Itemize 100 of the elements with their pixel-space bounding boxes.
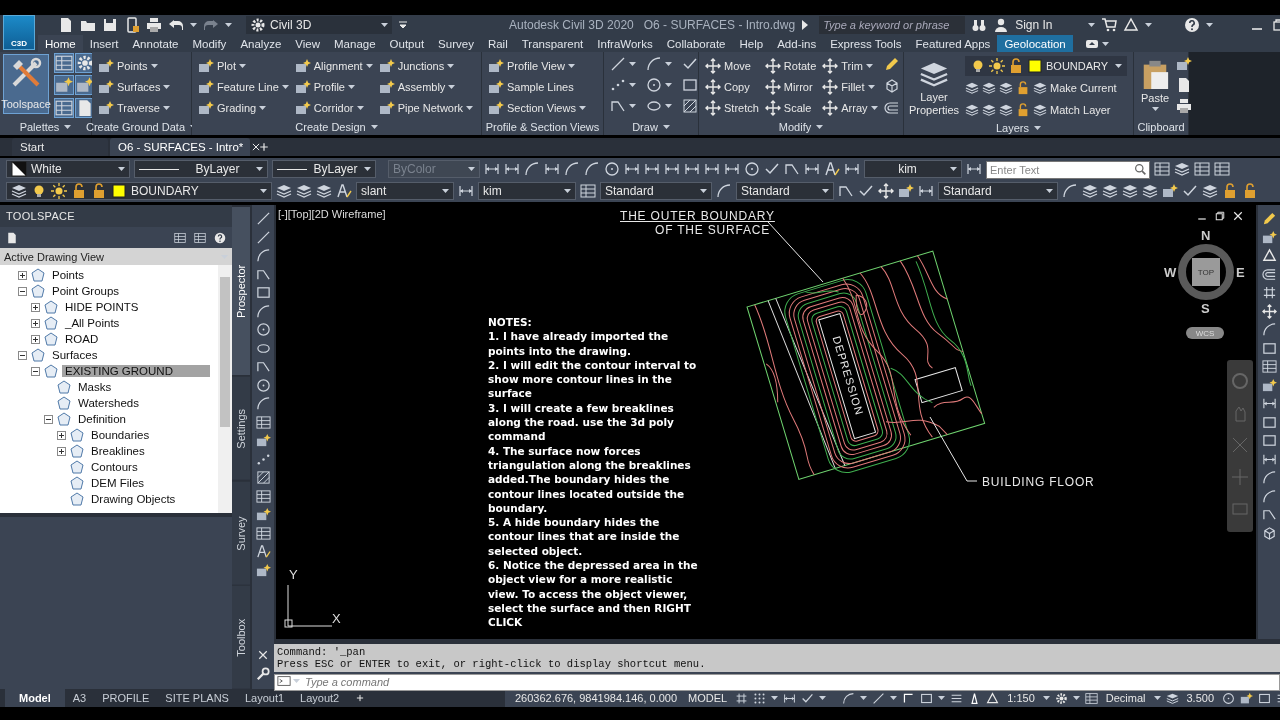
padlock-icon[interactable] bbox=[1242, 183, 1258, 199]
tree-item[interactable]: DEM Files bbox=[88, 477, 148, 489]
table-icon[interactable] bbox=[255, 414, 271, 430]
wrench-icon[interactable] bbox=[256, 667, 270, 681]
layer-stack-icon[interactable] bbox=[999, 103, 1013, 117]
rectangle-icon[interactable] bbox=[920, 691, 934, 705]
expand-toggle[interactable] bbox=[57, 430, 66, 440]
workspace-dropdown[interactable]: Civil 3D bbox=[246, 16, 392, 34]
tool-icon[interactable] bbox=[255, 507, 271, 522]
dimension-style-dropdown[interactable]: kim bbox=[478, 182, 576, 200]
gear-icon[interactable] bbox=[1054, 691, 1068, 705]
layer-stack-icon[interactable] bbox=[965, 81, 979, 95]
arc-icon[interactable] bbox=[1261, 322, 1277, 337]
ribbon-button[interactable]: Rotate bbox=[764, 56, 817, 75]
layer-action-button[interactable]: Match Layer bbox=[1033, 103, 1111, 117]
linetype-dropdown[interactable]: ByLayer bbox=[134, 160, 268, 178]
ribbon-tab[interactable]: Output bbox=[382, 35, 432, 52]
arc-icon[interactable] bbox=[842, 691, 856, 705]
tree-item[interactable]: Point Groups bbox=[49, 285, 123, 297]
ribbon-button[interactable]: Surfaces bbox=[98, 77, 171, 96]
arc-icon[interactable] bbox=[564, 161, 580, 177]
circle-icon[interactable] bbox=[604, 161, 620, 177]
panel-title[interactable]: Draw bbox=[632, 120, 658, 133]
circle-icon[interactable] bbox=[744, 161, 760, 177]
undo-icon[interactable] bbox=[168, 17, 184, 33]
move-arrows-icon[interactable] bbox=[878, 183, 894, 199]
layer-stack-icon[interactable] bbox=[1102, 183, 1118, 199]
redo-icon[interactable] bbox=[203, 17, 219, 33]
polyline-icon[interactable] bbox=[784, 161, 800, 177]
ribbon-tab[interactable]: Survey bbox=[431, 35, 481, 52]
tool-icon[interactable] bbox=[1240, 691, 1254, 705]
coordinates-readout[interactable]: 260362.676, 9841984.146, 0.000 bbox=[512, 692, 681, 704]
circle-icon[interactable] bbox=[646, 77, 662, 93]
ribbon-tab[interactable]: Rail bbox=[480, 35, 515, 52]
dimension-icon[interactable] bbox=[844, 161, 860, 177]
ribbon-tab[interactable]: Featured Apps bbox=[908, 35, 998, 52]
circle-icon[interactable] bbox=[1222, 691, 1236, 705]
rectangle-icon[interactable] bbox=[1261, 433, 1277, 448]
close-icon[interactable] bbox=[257, 649, 269, 661]
layer-stack-icon[interactable] bbox=[316, 183, 332, 199]
layout-tab[interactable]: A3 bbox=[64, 689, 95, 707]
ribbon-button[interactable]: Profile View bbox=[488, 56, 586, 75]
grid-icon[interactable] bbox=[735, 691, 749, 705]
circle-icon[interactable] bbox=[255, 322, 271, 337]
layer-stack-icon[interactable] bbox=[1122, 183, 1138, 199]
rectangle-icon[interactable] bbox=[682, 77, 698, 93]
multileader-style-dropdown[interactable]: Standard bbox=[736, 182, 834, 200]
dimension-icon[interactable] bbox=[704, 161, 720, 177]
palette-tab[interactable]: Survey bbox=[232, 481, 250, 585]
layer-stack-icon[interactable] bbox=[1082, 183, 1098, 199]
expand-toggle[interactable] bbox=[18, 270, 27, 280]
dimension-icon[interactable] bbox=[684, 161, 700, 177]
expand-toggle[interactable] bbox=[31, 318, 40, 328]
move-arrows-icon[interactable] bbox=[1261, 303, 1277, 319]
restore-icon[interactable] bbox=[1214, 210, 1226, 222]
layout-tab[interactable]: Layout1 bbox=[236, 689, 293, 707]
text-style-dropdown[interactable]: slant bbox=[356, 182, 454, 200]
polyline-icon[interactable] bbox=[838, 183, 854, 199]
line-icon[interactable] bbox=[255, 229, 271, 245]
line-icon[interactable] bbox=[610, 56, 626, 72]
find-text-field[interactable]: Enter Text bbox=[986, 161, 1150, 179]
panel-title[interactable]: Modify bbox=[778, 120, 812, 133]
layer-action-button[interactable]: Make Current bbox=[1033, 81, 1117, 95]
padlock-icon[interactable] bbox=[1222, 183, 1238, 199]
tree-item[interactable]: _All Points bbox=[62, 317, 123, 329]
ribbon-tab[interactable]: Transparent bbox=[514, 35, 591, 52]
rectangle-icon[interactable] bbox=[1261, 340, 1277, 356]
expand-toggle[interactable] bbox=[18, 350, 27, 360]
ribbon-button[interactable]: Array bbox=[822, 98, 878, 117]
layout-tab[interactable]: SITE PLANS bbox=[157, 689, 237, 707]
ribbon-tab[interactable]: Manage bbox=[327, 35, 383, 52]
expand-toggle[interactable] bbox=[31, 302, 40, 312]
ribbon-tab[interactable]: Annotate bbox=[125, 35, 186, 52]
ribbon-button[interactable]: Profile bbox=[294, 77, 373, 96]
value-readout[interactable]: 3.500 bbox=[1183, 692, 1218, 704]
paste-button[interactable]: Paste bbox=[1138, 56, 1172, 114]
command-input[interactable]: Type a command bbox=[274, 673, 1280, 691]
text-style-icon[interactable] bbox=[336, 183, 352, 199]
help-icon[interactable] bbox=[1184, 17, 1201, 33]
tree-item[interactable]: ROAD bbox=[62, 333, 102, 345]
tool-icon[interactable] bbox=[1162, 183, 1178, 199]
dimension-icon[interactable] bbox=[724, 161, 740, 177]
expand-toggle[interactable] bbox=[44, 414, 53, 424]
tree-item[interactable]: Drawing Objects bbox=[88, 493, 179, 505]
rectangle-icon[interactable] bbox=[1258, 691, 1272, 705]
ribbon-button[interactable]: Stretch bbox=[705, 98, 759, 117]
ribbon-button[interactable]: Points bbox=[98, 56, 171, 75]
triangle-icon[interactable] bbox=[1261, 248, 1277, 263]
ortho-icon[interactable] bbox=[902, 691, 916, 705]
tree-item[interactable]: Surfaces bbox=[49, 349, 101, 361]
arc-icon[interactable] bbox=[584, 161, 600, 177]
plus-icon[interactable] bbox=[258, 141, 270, 153]
rectangle-icon[interactable] bbox=[255, 285, 271, 300]
ribbon-tab[interactable]: View bbox=[288, 35, 327, 52]
offset-icon[interactable] bbox=[1261, 266, 1277, 282]
layout-tab[interactable]: Layout2 bbox=[292, 689, 348, 707]
circle-icon[interactable] bbox=[255, 377, 271, 393]
toolspace-button[interactable]: Toolspace bbox=[3, 54, 49, 114]
polyline-icon[interactable] bbox=[610, 98, 626, 114]
layer-stack-icon[interactable] bbox=[276, 183, 292, 199]
